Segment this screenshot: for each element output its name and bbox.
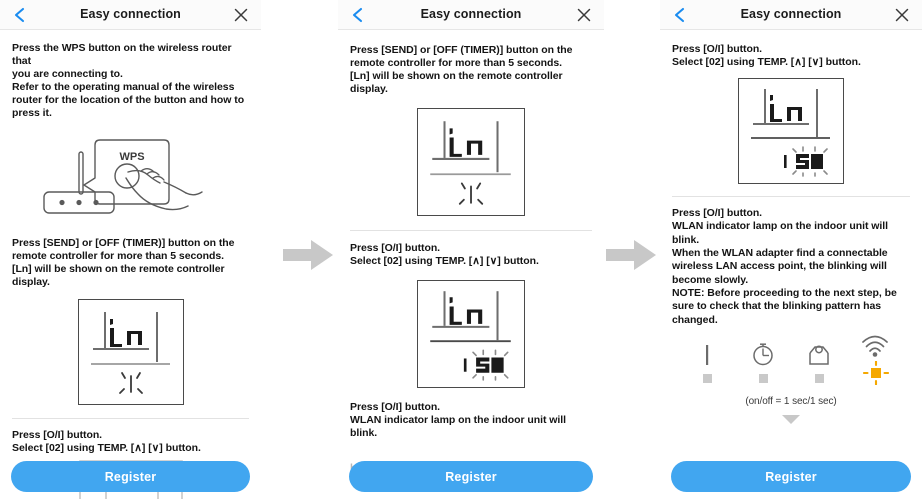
oi-instruction: Press [O/I] button. Select [02] using TE… — [12, 428, 201, 455]
lamp-filter — [802, 341, 836, 383]
lamp-timer — [746, 341, 780, 383]
panel-1-body: Press the WPS button on the wireless rou… — [0, 42, 261, 500]
lamp-power — [690, 341, 724, 383]
send-instruction: Press [SEND] or [OFF (TIMER)] button on … — [12, 236, 235, 288]
wifi-signal-icon — [860, 333, 890, 359]
section-divider — [12, 417, 249, 419]
router-wps-illustration: WPS — [12, 130, 249, 227]
register-button[interactable]: Register — [349, 461, 593, 492]
remote-display-ln — [417, 108, 525, 217]
onoff-timing-note: (on/off = 1 sec/1 sec) — [745, 395, 837, 407]
section-divider — [672, 196, 910, 198]
lamp-wlan — [858, 333, 892, 386]
wps-instruction: Press the WPS button on the wireless rou… — [12, 42, 245, 120]
lamp-state-indicator — [702, 373, 712, 383]
remote-display-ln-02 — [738, 78, 844, 185]
oi-instruction: Press [O/I] button. Select [02] using TE… — [672, 43, 861, 69]
page-title: Easy connection — [740, 7, 842, 21]
section-divider — [350, 230, 592, 232]
lamp-state-indicator — [758, 373, 768, 383]
close-x-icon[interactable] — [892, 5, 912, 25]
titlebar-2: Easy connection — [338, 0, 604, 30]
caret-down-icon — [672, 413, 910, 425]
phone-panel-3: Easy connection Press [O/I] button. Sele… — [660, 0, 922, 500]
lamp-state-indicator-blinking — [862, 360, 890, 386]
lamp-state-indicator — [814, 373, 824, 383]
page-title: Easy connection — [80, 7, 181, 21]
blink-indicator-icon — [118, 372, 143, 394]
titlebar-3: Easy connection — [660, 0, 922, 30]
wlan-instruction-clipped: Press [O/I] button. WLAN indicator lamp … — [350, 400, 567, 439]
walkthrough-stage: Easy connection Press the WPS button on … — [0, 0, 922, 500]
panel-2-body: Press [SEND] or [OFF (TIMER)] button on … — [338, 44, 604, 500]
blink-indicator-icon — [458, 182, 484, 206]
page-title: Easy connection — [420, 7, 522, 21]
indoor-unit-lamp-row — [672, 333, 910, 386]
filter-tray-icon — [806, 341, 832, 367]
phone-panel-2: Easy connection Press [SEND] or [OFF (TI… — [338, 0, 604, 500]
close-x-icon[interactable] — [574, 5, 594, 25]
close-x-icon[interactable] — [231, 5, 251, 25]
register-button[interactable]: Register — [11, 461, 250, 492]
arrow-right-icon — [281, 238, 335, 272]
send-instruction: Press [SEND] or [OFF (TIMER)] button on … — [350, 44, 573, 96]
power-bar-icon — [701, 341, 713, 367]
panel-3-body: Press [O/I] button. Select [02] using TE… — [660, 43, 922, 500]
timer-clock-icon — [750, 341, 776, 367]
register-button[interactable]: Register — [671, 461, 911, 492]
arrow-right-icon — [604, 238, 658, 272]
phone-panel-1: Easy connection Press the WPS button on … — [0, 0, 261, 500]
titlebar-1: Easy connection — [0, 0, 261, 30]
remote-display-ln-02 — [417, 279, 525, 388]
wps-illustration-label: WPS — [119, 151, 144, 163]
oi-instruction: Press [O/I] button. Select [02] using TE… — [350, 242, 539, 268]
wlan-instruction: Press [O/I] button. WLAN indicator lamp … — [672, 207, 897, 326]
remote-display-ln — [77, 298, 184, 405]
